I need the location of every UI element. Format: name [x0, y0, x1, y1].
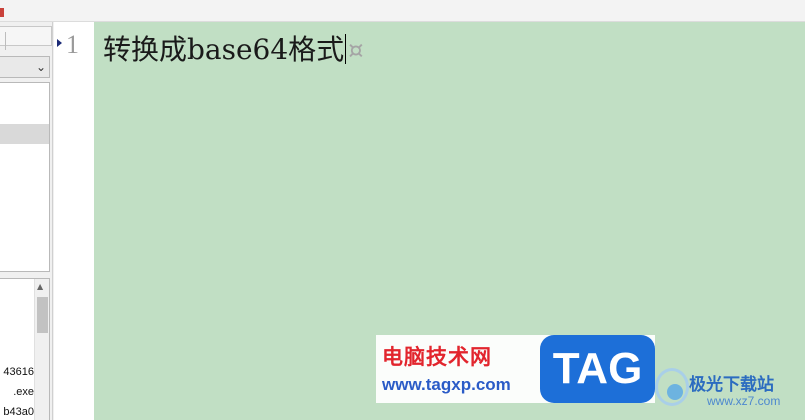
file-list[interactable]: 43616 .exe b43a0 ▲: [0, 278, 50, 420]
watermark-overlay: 电脑技术网 www.tagxp.com TAG: [376, 335, 655, 403]
left-sidebar: ⌄ 43616 .exe b43a0 ▲: [0, 22, 53, 420]
watermark-tag-logo: TAG: [540, 335, 655, 403]
current-line-marker-icon: [57, 39, 62, 47]
app-icon-fragment: [0, 8, 4, 17]
download-site-logo-icon: [655, 368, 689, 406]
window-title-strip: [0, 0, 805, 22]
secondary-watermark: 极光下载站 www.xz7.com: [655, 364, 805, 420]
scroll-up-arrow-icon[interactable]: ▲: [37, 282, 43, 291]
file-list-item[interactable]: 43616: [0, 364, 34, 380]
folder-tree[interactable]: [0, 82, 50, 272]
line-number-gutter: 1: [54, 22, 94, 420]
line-number: 1: [66, 30, 79, 59]
sidebar-dropdown[interactable]: ⌄: [0, 56, 50, 78]
sidebar-tab[interactable]: [0, 26, 52, 50]
file-list-scrollbar[interactable]: ▲: [34, 279, 49, 420]
file-list-item[interactable]: b43a0: [0, 404, 34, 420]
tab-divider: [0, 32, 6, 50]
secondary-watermark-url: www.xz7.com: [707, 394, 781, 408]
secondary-watermark-name: 极光下载站: [689, 375, 774, 395]
line-text[interactable]: 转换成base64格式: [103, 33, 344, 66]
watermark-site-url: www.tagxp.com: [382, 375, 511, 394]
logo-dot: [667, 384, 683, 400]
end-of-line-icon: ¤: [348, 36, 364, 64]
scrollbar-thumb[interactable]: [37, 297, 48, 333]
tree-item-selected[interactable]: [0, 124, 49, 144]
chevron-down-icon[interactable]: ⌄: [36, 60, 46, 74]
watermark-site-name: 电脑技术网: [382, 345, 492, 369]
editor-line[interactable]: 转换成base64格式 ¤: [103, 28, 363, 68]
file-list-item[interactable]: .exe: [0, 384, 34, 400]
text-caret: [345, 34, 347, 64]
